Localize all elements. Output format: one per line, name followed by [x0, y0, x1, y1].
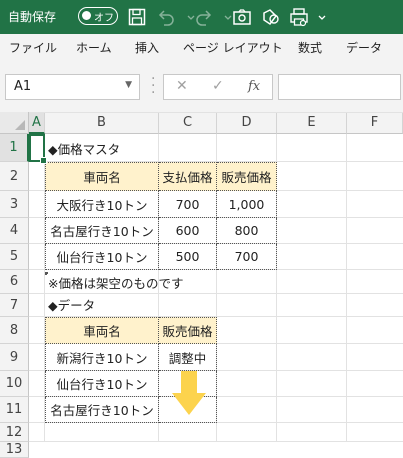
- master-header-sales-price[interactable]: 販売価格: [217, 162, 277, 191]
- master-row-vehicle[interactable]: 仙台行き10トン: [45, 244, 159, 270]
- master-header-payment-price[interactable]: 支払価格: [159, 162, 217, 191]
- master-header-vehicle[interactable]: 車両名: [45, 162, 159, 191]
- column-header-d[interactable]: D: [217, 112, 277, 134]
- tab-home[interactable]: ホーム: [76, 39, 112, 56]
- column-header-a[interactable]: A: [29, 112, 45, 134]
- master-row-sales[interactable]: 800: [217, 218, 277, 244]
- row-header-8[interactable]: 8: [0, 317, 29, 344]
- data-row-vehicle[interactable]: 名古屋行き10トン: [45, 397, 159, 423]
- tab-data[interactable]: データ: [346, 39, 382, 56]
- row-header-11[interactable]: 11: [0, 397, 29, 423]
- camera-icon[interactable]: [232, 7, 252, 27]
- down-arrow-icon: [172, 371, 206, 415]
- save-icon[interactable]: [127, 7, 147, 27]
- undo-icon[interactable]: [156, 7, 176, 27]
- print-preview-icon[interactable]: [289, 7, 309, 27]
- data-row-vehicle[interactable]: 仙台行き10トン: [45, 371, 159, 397]
- title-bar: 自動保存 オフ: [0, 0, 403, 34]
- master-row-payment[interactable]: 500: [159, 244, 217, 270]
- master-row-vehicle[interactable]: 名古屋行き10トン: [45, 218, 159, 244]
- formula-bar: A1 ▼ · · · ✕ ✓ fx: [0, 62, 403, 112]
- autosave-toggle[interactable]: オフ: [78, 7, 118, 25]
- master-row-sales[interactable]: 1,000: [217, 191, 277, 218]
- toggle-knob: [82, 11, 91, 20]
- data-row-sales[interactable]: 調整中: [159, 344, 217, 371]
- enter-icon[interactable]: ✓: [212, 78, 224, 94]
- insert-function-icon[interactable]: fx: [248, 79, 260, 94]
- cell-b1[interactable]: ◆価格マスタ: [45, 134, 205, 162]
- tab-formulas[interactable]: 数式: [298, 39, 322, 56]
- tab-file[interactable]: ファイル: [9, 39, 57, 56]
- tab-insert[interactable]: 挿入: [135, 39, 159, 56]
- data-header-sales-price[interactable]: 販売価格: [159, 317, 217, 344]
- data-header-vehicle[interactable]: 車両名: [45, 317, 159, 344]
- autosave-label: 自動保存: [8, 10, 57, 24]
- row-header-9[interactable]: 9: [0, 344, 29, 371]
- ribbon-tabs: ファイル ホーム 挿入 ページ レイアウト 数式 データ: [0, 34, 403, 63]
- formula-input[interactable]: [278, 74, 401, 100]
- row-header-10[interactable]: 10: [0, 371, 29, 397]
- undo-dropdown-icon[interactable]: [181, 7, 195, 27]
- row-header-4[interactable]: 4: [0, 218, 29, 244]
- shapes-icon[interactable]: [261, 7, 281, 27]
- worksheet-grid[interactable]: A B C D E F 1 2 3 4 5 6 7 8 9 10 11 12 13 ◆価格マスタ 車両名…: [0, 112, 403, 458]
- name-box[interactable]: A1 ▼: [5, 74, 140, 100]
- data-row-vehicle[interactable]: 新潟行き10トン: [45, 344, 159, 371]
- active-cell-a1[interactable]: [29, 134, 47, 164]
- redo-dropdown-icon[interactable]: [218, 7, 232, 27]
- master-row-payment[interactable]: 600: [159, 218, 217, 244]
- column-header-c[interactable]: C: [159, 112, 217, 134]
- column-header-b[interactable]: B: [45, 112, 159, 134]
- redo-icon[interactable]: [194, 7, 214, 27]
- column-header-f[interactable]: F: [347, 112, 403, 134]
- cancel-icon[interactable]: ✕: [176, 78, 188, 94]
- master-row-vehicle[interactable]: 大阪行き10トン: [45, 191, 159, 218]
- row-gridline: [29, 112, 403, 113]
- resize-handle-icon[interactable]: · · ·: [151, 72, 155, 100]
- row-header-3[interactable]: 3: [0, 191, 29, 218]
- row-header-12[interactable]: 12: [0, 423, 29, 442]
- row-header-6[interactable]: 6: [0, 270, 29, 294]
- row-header-7[interactable]: 7: [0, 294, 29, 317]
- tab-page-layout[interactable]: ページ レイアウト: [183, 39, 283, 56]
- select-all-corner[interactable]: [0, 112, 29, 134]
- formula-buttons: ✕ ✓ fx: [163, 74, 273, 100]
- cell-b8[interactable]: ◆データ: [45, 291, 205, 317]
- chevron-down-icon[interactable]: ▼: [125, 80, 132, 90]
- column-gridline: [346, 134, 347, 442]
- master-row-payment[interactable]: 700: [159, 191, 217, 218]
- name-box-value: A1: [14, 79, 32, 94]
- autosave-state: オフ: [94, 13, 114, 24]
- row-header-5[interactable]: 5: [0, 244, 29, 270]
- row-header-1[interactable]: 1: [0, 134, 29, 162]
- row-header-13[interactable]: 13: [0, 442, 29, 458]
- master-row-sales[interactable]: 700: [217, 244, 277, 270]
- column-header-e[interactable]: E: [277, 112, 347, 134]
- customize-toolbar-icon[interactable]: [312, 7, 326, 27]
- row-header-2[interactable]: 2: [0, 162, 29, 191]
